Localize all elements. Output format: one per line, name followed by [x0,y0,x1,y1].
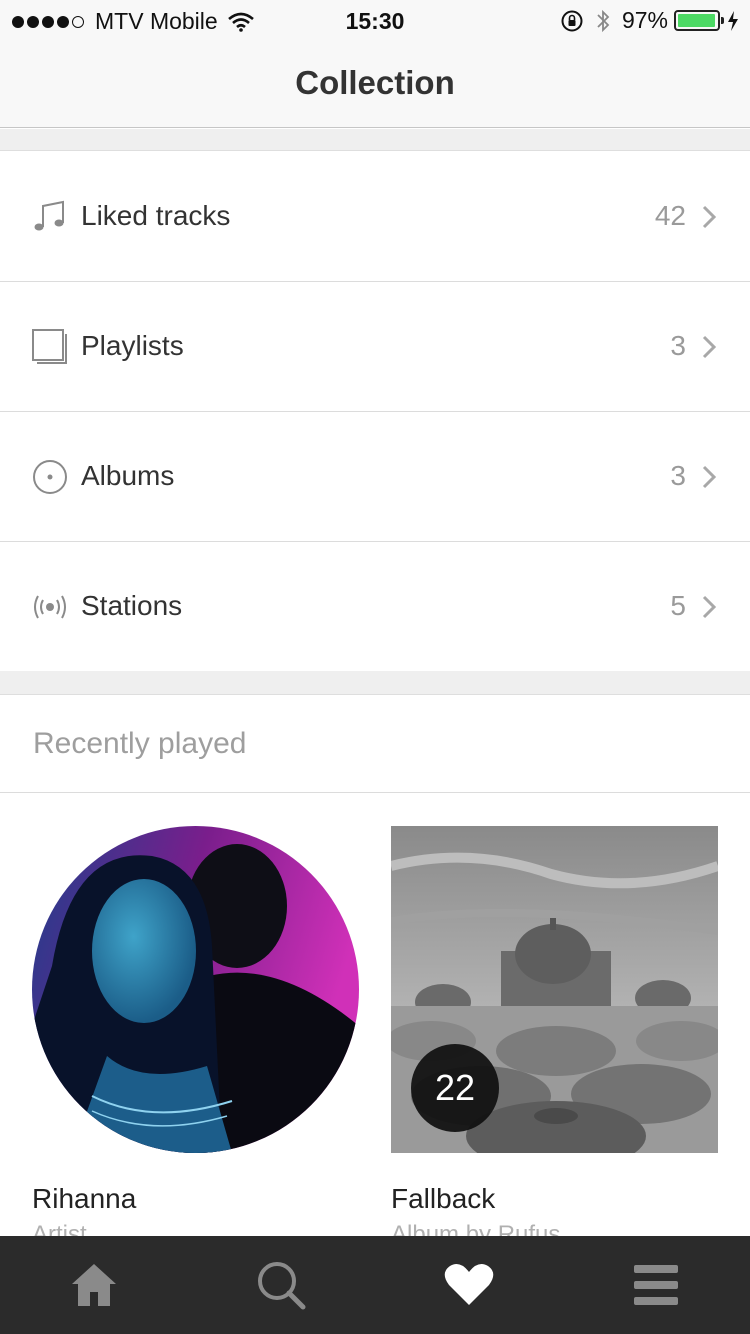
collection-item-label: Liked tracks [81,200,231,231]
status-bar: MTV Mobile 15:30 97% [0,0,750,40]
tab-home[interactable] [0,1236,188,1334]
section-title: Recently played [33,727,247,760]
collection-item-count: 3 [670,460,686,491]
collection-item-count: 3 [670,330,686,361]
collection-item-playlists[interactable]: Playlists 3 [0,282,750,412]
recent-item-album[interactable]: 22 Fallback Album by Rufus [391,826,718,1236]
status-right: 97% [560,7,740,34]
collection-item-count: 42 [654,200,686,231]
bluetooth-icon [597,9,610,32]
collection-item-label: Stations [81,590,183,621]
collection-item-label: Albums [81,460,175,491]
chevron-right-icon [702,335,717,359]
menu-icon [634,1265,679,1305]
artist-image[interactable] [32,826,359,1153]
music-note-icon [34,200,64,231]
recent-item-subtitle: Album by Rufus [391,1221,561,1236]
collection-item-count: 5 [670,590,686,621]
album-disc-icon [33,460,67,494]
track-count-badge: 22 [411,1044,499,1132]
battery-percent: 97% [621,7,668,33]
collection-item-stations[interactable]: Stations 5 [0,542,750,672]
search-icon [258,1262,306,1310]
collection-list: Liked tracks 42 Playlists 3 Albums 3 Sta… [0,152,750,672]
playlist-icon [32,329,67,364]
tab-collection[interactable] [375,1236,563,1334]
chevron-right-icon [702,205,717,229]
section-separator [0,671,750,695]
battery-icon [674,10,724,31]
collection-item-liked-tracks[interactable]: Liked tracks 42 [0,152,750,282]
section-separator [0,129,750,151]
collection-item-albums[interactable]: Albums 3 [0,412,750,542]
heart-icon [444,1264,494,1305]
collection-item-label: Playlists [81,330,184,361]
recently-played-header: Recently played [0,695,750,793]
page-title: Collection [295,64,455,101]
home-icon [71,1264,116,1306]
chevron-right-icon [702,465,717,489]
recent-item-subtitle: Artist [32,1221,87,1236]
recently-played-list: Rihanna Artist 22 Fallback Album by Rufu… [0,794,750,1236]
album-cover[interactable]: 22 [391,826,718,1153]
recent-item-title: Fallback [391,1183,496,1214]
chevron-right-icon [702,595,717,619]
station-broadcast-icon [34,595,66,619]
tab-bar [0,1236,750,1334]
charging-icon [728,10,738,31]
navigation-bar: Collection [0,40,750,128]
recent-item-title: Rihanna [32,1183,137,1214]
tab-menu[interactable] [563,1236,750,1334]
recent-item-artist[interactable]: Rihanna Artist [32,826,359,1236]
tab-search[interactable] [188,1236,376,1334]
rotation-lock-icon [561,10,583,31]
